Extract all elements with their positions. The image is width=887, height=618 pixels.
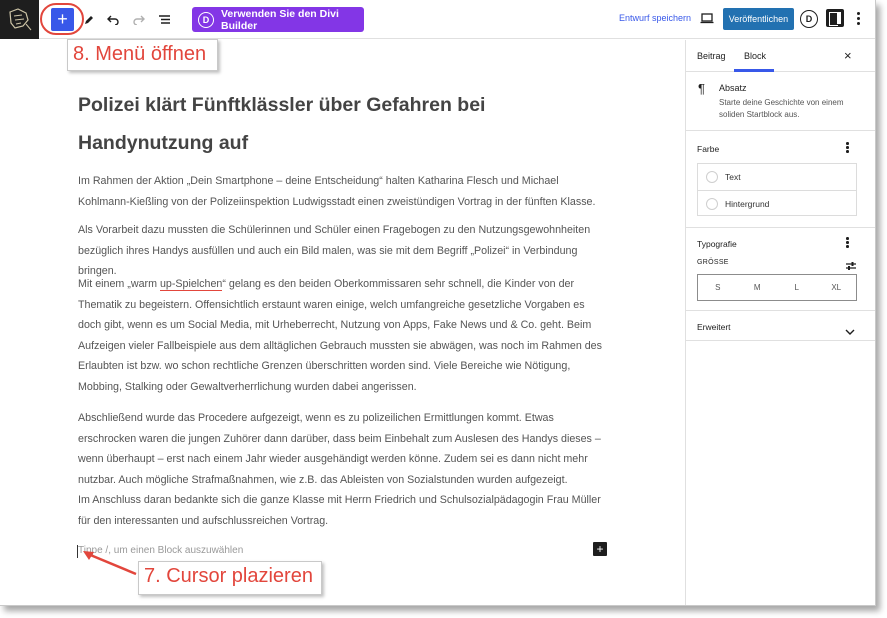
size-option-m[interactable]: M [738,275,778,300]
advanced-toggle[interactable] [845,323,855,341]
size-option-l[interactable]: L [777,275,817,300]
divi-logo-icon: D [198,11,214,28]
save-draft-button[interactable]: Entwurf speichern [619,13,691,23]
typography-panel-title: Typografie [697,239,737,249]
site-logo[interactable] [0,0,39,39]
list-view-icon [159,15,170,24]
tab-post[interactable]: Beitrag [697,51,726,61]
font-size-label: GRÖSSE [697,259,729,266]
logo-icon [9,8,32,31]
settings-sidebar: Beitrag Block × ¶ Absatz Starte deine Ge… [685,40,875,605]
undo-button[interactable] [101,7,126,32]
publish-button[interactable]: Veröffentlichen [723,8,794,30]
sidebar-tabs: Beitrag Block × [686,40,875,72]
block-name: Absatz [719,83,747,93]
text-color-label: Text [725,172,741,182]
text-color-option[interactable]: Text [698,164,856,190]
divi-circle-button[interactable]: D [800,10,818,28]
size-option-xl[interactable]: XL [817,275,857,300]
plus-icon: + [596,542,604,556]
close-sidebar-button[interactable]: × [844,48,852,63]
color-swatch-icon [706,171,718,183]
redo-button[interactable] [126,7,151,32]
paragraph-block[interactable]: Als Vorarbeit dazu mussten die Schülerin… [78,220,610,282]
top-toolbar: + D Verwenden Sie den Divi Builder Entwu… [0,0,875,39]
color-options-button[interactable] [846,142,850,154]
more-options-button[interactable] [857,12,861,27]
divi-builder-button[interactable]: D Verwenden Sie den Divi Builder [192,7,364,32]
background-color-label: Hintergrund [725,198,770,209]
divider [686,227,875,228]
paragraph-block[interactable]: Im Rahmen der Aktion „Dein Smartphone – … [78,171,610,212]
paragraph-text: Mit einem „warm [78,278,160,290]
plus-icon: + [57,9,68,29]
desktop-preview-icon [700,13,714,24]
font-size-picker: S M L XL [697,274,857,301]
block-description: Starte deine Geschichte von einem solide… [719,98,844,119]
redo-icon [133,15,145,25]
inline-add-block-button[interactable]: + [593,542,607,556]
divi-builder-label: Verwenden Sie den Divi Builder [221,7,339,32]
list-view-button[interactable] [152,7,177,32]
kebab-icon [846,142,849,145]
paragraph-text: “ gelang es den beiden Oberkommissaren s… [78,278,602,393]
typography-options-button[interactable] [846,237,850,249]
settings-sliders-icon [846,262,856,270]
block-card: ¶ Absatz Starte deine Geschichte von ein… [686,73,875,131]
pencil-icon [84,15,93,24]
arrow-icon [83,551,137,576]
tab-block[interactable]: Block [744,51,766,61]
undo-icon [107,15,119,25]
paragraph-icon: ¶ [698,81,705,96]
background-color-option[interactable]: Hintergrund [698,190,856,216]
paragraph-block[interactable]: Abschließend wurde das Procedere aufgeze… [78,408,610,532]
color-swatch-icon [706,197,718,210]
size-option-s[interactable]: S [698,275,738,300]
editor-window: + D Verwenden Sie den Divi Builder Entwu… [0,0,876,606]
advanced-panel-title[interactable]: Erweitert [697,322,731,332]
color-panel-title: Farbe [697,144,720,154]
kebab-icon [846,237,849,240]
post-title[interactable]: Polizei klärt Fünftklässler über Gefahre… [78,86,598,162]
paragraph-block[interactable]: Mit einem „warm up-Spielchen“ gelang es … [78,274,610,398]
tools-button[interactable] [76,7,101,32]
paragraph-text: Abschließend wurde das Procedere aufgeze… [78,412,601,486]
divi-circle-icon: D [805,14,813,24]
chevron-down-icon [845,329,855,335]
color-settings: Text Hintergrund [697,163,857,216]
preview-button[interactable] [700,11,714,29]
cursor-callout: 7. Cursor plazieren [138,561,322,595]
kebab-icon [857,12,860,15]
spellcheck-word: up-Spielchen [159,278,223,291]
active-tab-indicator [734,69,774,72]
editor-canvas: Polizei klärt Fünftklässler über Gefahre… [0,40,685,605]
menu-callout: 8. Menü öffnen [67,39,218,71]
text-cursor [77,545,78,558]
settings-toggle-button[interactable] [826,9,844,27]
paragraph-text: Im Anschluss daran bedankte sich die gan… [78,494,601,527]
divider [686,340,875,341]
add-block-button[interactable]: + [51,8,74,31]
divider [686,310,875,311]
